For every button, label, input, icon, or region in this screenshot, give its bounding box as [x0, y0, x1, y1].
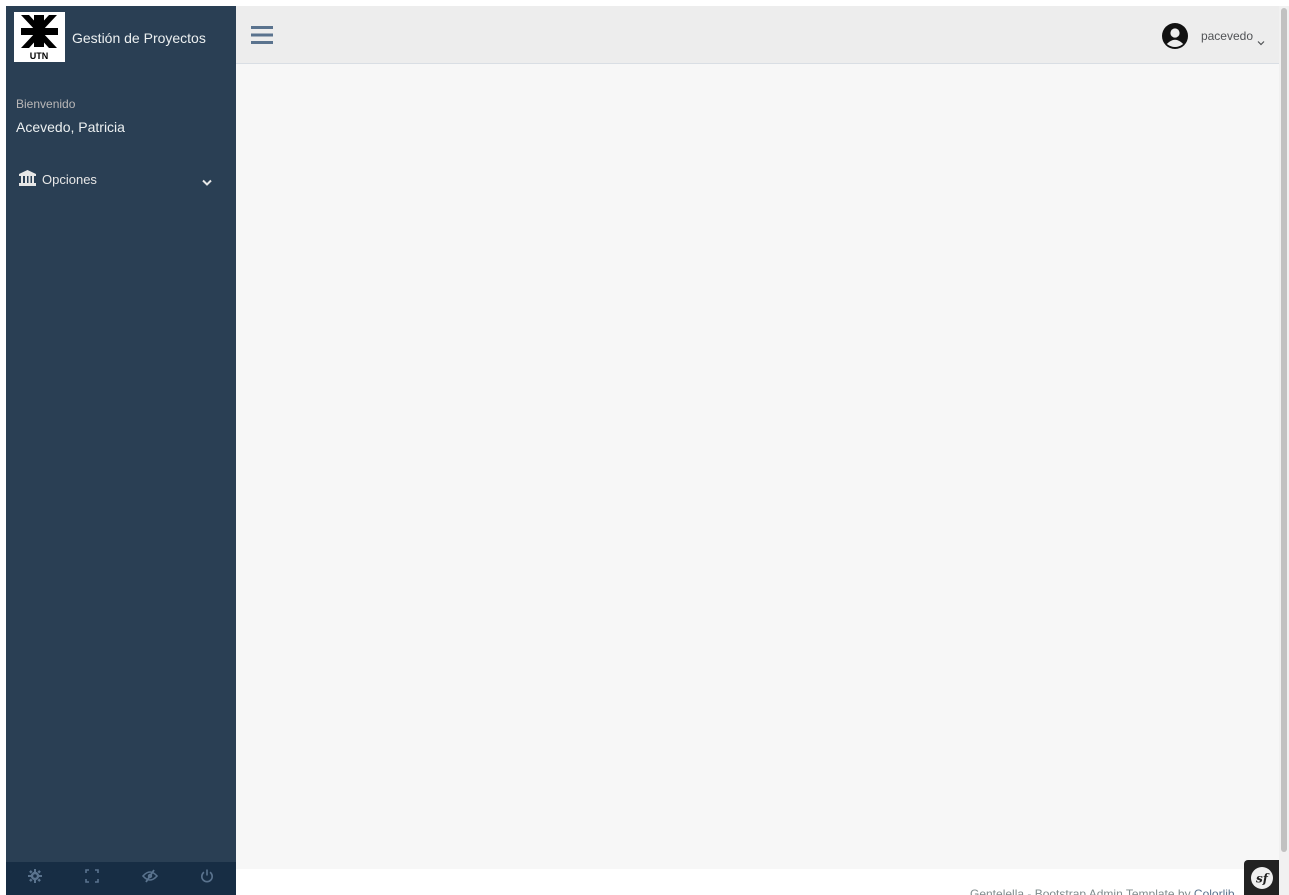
chevron-down-icon: [202, 174, 212, 186]
welcome-label: Bienvenido: [16, 97, 76, 111]
sidebar-item-label: Opciones: [42, 172, 97, 187]
user-circle-icon: [1161, 23, 1188, 49]
eye-slash-icon: [141, 869, 158, 888]
svg-text:UTN: UTN: [30, 51, 49, 61]
logout-button[interactable]: [179, 862, 237, 895]
symfony-toolbar-button[interactable]: sf: [1244, 860, 1280, 895]
institution-icon: [19, 170, 36, 186]
gear-icon: [27, 869, 42, 888]
chevron-down-icon: [1257, 33, 1265, 46]
scrollbar-thumb[interactable]: [1281, 8, 1287, 852]
colorlib-link[interactable]: Colorlib: [1194, 887, 1235, 895]
footer-credit-text: Gentelella - Bootstrap Admin Template by: [970, 887, 1194, 895]
sidebar-footer: [6, 862, 236, 895]
sidebar: UTN Gestión de Proyectos Bienvenido Acev…: [6, 6, 236, 895]
svg-text:sf: sf: [1256, 872, 1270, 886]
user-profile-dropdown[interactable]: pacevedo: [1161, 23, 1265, 49]
footer-credit: Gentelella - Bootstrap Admin Template by…: [970, 887, 1235, 895]
page-footer: Gentelella - Bootstrap Admin Template by…: [236, 869, 1279, 895]
app-title[interactable]: Gestión de Proyectos: [72, 30, 206, 46]
sidebar-item-opciones[interactable]: Opciones: [6, 166, 236, 192]
brand[interactable]: UTN Gestión de Proyectos: [6, 6, 236, 64]
username-label: pacevedo: [1200, 29, 1253, 43]
power-icon: [200, 869, 214, 888]
settings-button[interactable]: [6, 862, 64, 895]
fullscreen-button[interactable]: [64, 862, 122, 895]
utn-logo: UTN: [14, 12, 65, 62]
top-navigation: pacevedo: [236, 6, 1279, 64]
lock-button[interactable]: [121, 862, 179, 895]
fullscreen-icon: [85, 869, 100, 888]
hamburger-icon: [251, 26, 273, 49]
page-scrollbar[interactable]: [1279, 6, 1289, 895]
user-full-name: Acevedo, Patricia: [16, 119, 125, 135]
menu-toggle-button[interactable]: [251, 25, 273, 45]
